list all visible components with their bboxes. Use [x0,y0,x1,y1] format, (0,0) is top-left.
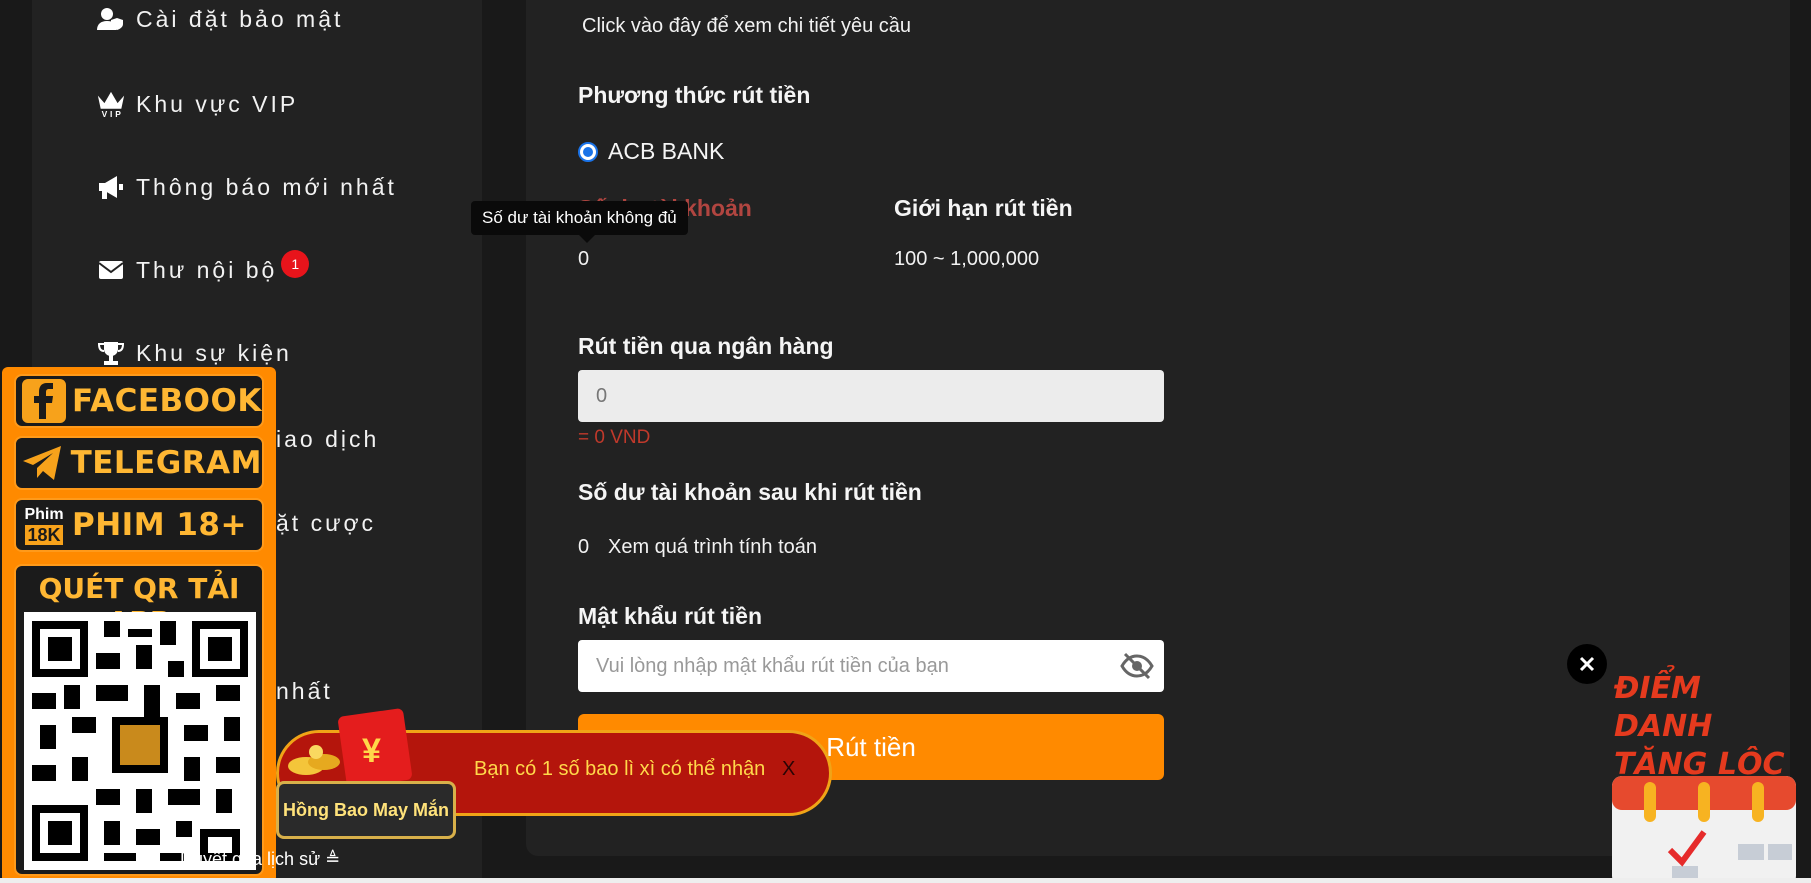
password-placeholder: Vui lòng nhập mật khẩu rút tiền của bạn [596,654,949,677]
calendar-check-icon[interactable] [1608,772,1800,883]
radio-selected[interactable] [578,141,598,162]
withdraw-password-input[interactable]: Vui lòng nhập mật khẩu rút tiền của bạn [578,640,1164,692]
envelope-icon [96,255,126,285]
bank-withdraw-label: Rút tiền qua ngân hàng [578,333,834,359]
daily-checkin-promo-title[interactable]: ĐIỂM DANH TẶNG LỘC [1614,670,1809,784]
bank-option-acb[interactable]: ACB BANK [578,138,724,165]
facebook-label: FACEBOOK [72,383,262,419]
phim18-button[interactable]: Phim 18K PHIM 18+ [14,498,264,552]
sidebar-item-transactions-partial[interactable]: iao dịch [276,426,379,453]
svg-text:¥: ¥ [362,732,381,770]
amount-placeholder: 0 [596,384,608,407]
facebook-icon [16,376,72,426]
insufficient-balance-tooltip: Số dư tài khoản không đủ [471,201,688,243]
red-envelope-message: Bạn có 1 số bao lì xì có thể nhận [474,758,766,780]
sidebar-item-label: Thư nội bộ [136,256,278,283]
red-envelope-icon: ¥ [336,706,416,790]
sidebar-item-latest-news[interactable]: Thông báo mới nhất [96,172,397,202]
telegram-label: TELEGRAM [70,445,262,481]
amount-vnd-equivalent: = 0 VND [578,427,651,448]
sidebar-item-bets-partial[interactable]: ặt cược [276,510,376,537]
telegram-icon [16,438,71,488]
sidebar-item-inbox[interactable]: Thư nội bộ 1 [96,250,310,285]
promo-close-button[interactable] [1567,644,1607,684]
bank-option-label: ACB BANK [608,138,725,164]
sidebar-item-label: Khu vực VIP [136,90,299,117]
sidebar-item-security-settings[interactable]: Cài đặt bảo mật [96,4,343,34]
phim-logo-top: Phim [24,506,64,523]
social-panel: FACEBOOK TELEGRAM Phim 18K PHIM 18+ QUÉT… [2,367,276,883]
request-details-link[interactable]: Click vào đây để xem chi tiết yêu cầu [582,15,911,38]
lucky-envelope-button[interactable]: Hồng Bao May Mắn [276,781,456,839]
submit-label: Rút tiền [826,731,916,762]
app-download-qr-code [24,612,256,870]
withdraw-limit-value: 100 ~ 1,000,000 [894,248,1040,270]
user-shield-icon [96,4,126,34]
withdraw-limit-label: Giới hạn rút tiền [894,195,1073,221]
sidebar-item-label: Cài đặt bảo mật [136,5,344,32]
sidebar-item-latest-partial[interactable]: nhất [276,678,333,705]
after-balance-label: Số dư tài khoản sau khi rút tiền [578,479,922,505]
red-envelope-close[interactable]: X [782,758,795,781]
balance-value: 0 [578,248,590,270]
telegram-button[interactable]: TELEGRAM [14,436,264,490]
bottom-scroll-edge [0,878,1811,883]
withdraw-password-label: Mật khẩu rút tiền [578,603,763,629]
promo-title-line1: ĐIỂM DANH [1614,671,1713,744]
close-icon [1579,656,1595,672]
phim18-label: PHIM 18+ [72,507,247,543]
withdraw-amount-input[interactable]: 0 [578,370,1164,422]
megaphone-icon [96,172,126,202]
after-balance-value: 0 [578,536,590,558]
phim-logo-bottom: 18K [25,525,63,545]
svg-text:VIP: VIP [102,109,124,119]
calculation-link[interactable]: Xem quá trình tính toán [608,536,817,559]
app-qr-section[interactable]: QUÉT QR TẢI APP [14,564,264,876]
sidebar-item-vip[interactable]: VIP Khu vực VIP [96,89,298,119]
trophy-icon [96,338,126,368]
eye-slash-icon[interactable] [1120,652,1154,686]
withdraw-method-label: Phương thức rút tiền [578,82,811,108]
sidebar-item-events[interactable]: Khu sự kiện [96,338,292,368]
sidebar-item-label: Thông báo mới nhất [136,173,397,200]
sidebar-item-label: Khu sự kiện [136,339,292,366]
unread-count-badge: 1 [281,250,310,278]
facebook-button[interactable]: FACEBOOK [14,374,264,428]
browse-history-link[interactable]: Duyệt qua lịch sử ≜ [180,849,340,870]
vip-crown-icon: VIP [96,89,126,119]
phim18k-logo: Phim 18K [16,500,72,550]
